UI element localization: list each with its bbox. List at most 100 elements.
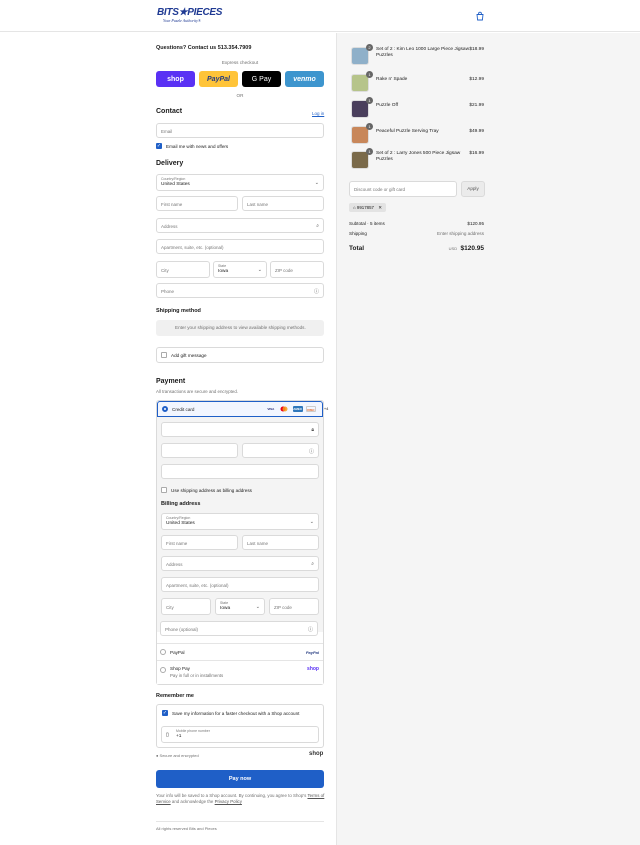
zip-input[interactable]: ZIP code [270, 261, 324, 278]
email-news-label: Email me with news and offers [166, 144, 229, 149]
discount-code-input[interactable]: Discount code or gift card [349, 181, 457, 197]
paypal-radio[interactable] [160, 649, 166, 655]
billing-city-input[interactable]: City [161, 598, 211, 615]
remember-me-heading: Remember me [156, 693, 194, 699]
billing-last-name-placeholder: Last name [247, 541, 269, 546]
product-name: Set of 2 : Larry Jones 500 Piece Jigsaw … [376, 151, 461, 162]
lock-icon: 🔒︎ [311, 427, 314, 433]
name-on-card-input[interactable] [161, 464, 319, 479]
address-input[interactable]: Address ⌕ [156, 218, 324, 233]
save-info-label: Save my information for a faster checkou… [172, 711, 300, 716]
product-price: $12.99 [469, 77, 484, 82]
chevron-down-icon: ⌄ [257, 267, 262, 273]
contact-heading: Contact [156, 108, 183, 115]
apply-button[interactable]: Apply [461, 181, 485, 197]
close-icon[interactable]: ✕ [378, 205, 382, 210]
or-divider: OR [236, 93, 244, 98]
gift-message-option[interactable]: Add gift message [156, 347, 324, 363]
country-value: United States [161, 182, 190, 187]
use-shipping-checkbox[interactable] [161, 487, 167, 493]
country-select[interactable]: Country/Region United States ⌄ [156, 174, 324, 191]
security-code-input[interactable]: ⓘ [242, 443, 319, 458]
shop-pay-option[interactable]: Shop Pay Pay in full or in installments … [157, 660, 323, 684]
billing-state-label: State [220, 601, 229, 605]
quantity-badge: 1 [366, 97, 373, 104]
state-select[interactable]: State Iowa ⌄ [213, 261, 267, 278]
state-value: Iowa [218, 269, 229, 274]
quantity-badge: 1 [366, 71, 373, 78]
quantity-badge: 2 [366, 44, 373, 51]
help-icon[interactable]: ⓘ [309, 448, 314, 455]
billing-last-name-input[interactable]: Last name [242, 535, 319, 550]
pay-now-button[interactable]: Pay now [156, 770, 324, 788]
google-pay-button[interactable]: G Pay [242, 71, 281, 87]
gift-message-checkbox[interactable] [161, 352, 167, 358]
venmo-label: venmo [293, 75, 316, 83]
card-details-panel: 🔒︎ ⓘ Use shipping address as billing add… [157, 417, 323, 632]
email-input[interactable]: Email [156, 123, 324, 138]
email-placeholder: Email [161, 129, 173, 134]
last-name-input[interactable]: Last name [242, 196, 324, 211]
shipping-value: Enter shipping address [437, 231, 484, 236]
paypal-logo: PayPal [305, 650, 319, 655]
paypal-option[interactable]: PayPal PayPal [157, 643, 323, 660]
subtotal-label: Subtotal · 5 items [349, 221, 385, 226]
product-price: $18.99 [469, 47, 484, 52]
billing-phone-input[interactable]: Phone (optional) ⓘ [160, 621, 318, 636]
country-label: Country/Region [161, 177, 186, 181]
discover-icon: DISC [306, 406, 316, 412]
apartment-input[interactable]: Apartment, suite, etc. (optional) [156, 239, 324, 254]
legal-text: Your info will be saved to a Shop accoun… [156, 793, 326, 805]
payment-heading: Payment [156, 378, 186, 385]
mastercard-icon [279, 406, 289, 412]
expiration-input[interactable] [161, 443, 238, 458]
billing-zip-input[interactable]: ZIP code [269, 598, 319, 615]
secure-text: ● Secure and encrypted [156, 753, 199, 758]
email-news-checkbox[interactable]: ✓ [156, 143, 162, 149]
billing-address-input[interactable]: Address ⌕ [161, 556, 319, 571]
venmo-button[interactable]: venmo [285, 71, 324, 87]
secure-label: Secure and encrypted [159, 753, 199, 758]
chevron-down-icon: ⌄ [255, 604, 260, 610]
legal-text-part-2: and acknowledge the [171, 799, 214, 804]
shop-pay-radio[interactable] [160, 667, 166, 673]
subtotal-value: $120.95 [467, 221, 484, 226]
billing-address-placeholder: Address [166, 562, 183, 567]
billing-country-select[interactable]: Country/Region United States ⌄ [161, 513, 319, 530]
billing-zip-placeholder: ZIP code [274, 605, 292, 610]
phone-input[interactable]: Phone ⓘ [156, 283, 324, 298]
brand-logo[interactable]: BITS★PIECES Your Puzzle Authority® [157, 8, 222, 24]
help-icon[interactable]: ⓘ [314, 288, 319, 295]
billing-state-value: Iowa [220, 606, 231, 611]
billing-apartment-input[interactable]: Apartment, suite, etc. (optional) [161, 577, 319, 592]
payment-subtext: All transactions are secure and encrypte… [156, 389, 239, 394]
billing-state-select[interactable]: State Iowa ⌄ [215, 598, 265, 615]
city-input[interactable]: City [156, 261, 210, 278]
shopping-bag-icon[interactable] [475, 11, 485, 21]
mobile-phone-value: +1 [176, 734, 182, 739]
credit-card-radio[interactable] [162, 406, 168, 412]
mobile-phone-input[interactable]: ▯ Mobile phone number +1 [161, 726, 319, 743]
search-icon: ⌕ [311, 561, 314, 567]
help-icon[interactable]: ⓘ [308, 626, 313, 633]
billing-first-name-input[interactable]: First name [161, 535, 238, 550]
amex-icon: AMEX [292, 406, 303, 412]
credit-card-option[interactable]: Credit card VISA AMEX DISC +4 [157, 401, 328, 417]
order-summary: 2 Set of 2 : Kim Leo 1000 Large Piece Ji… [336, 33, 640, 845]
privacy-link[interactable]: Privacy Policy [215, 799, 242, 804]
login-link[interactable]: Log in [312, 111, 324, 116]
shipping-method-message: Enter your shipping address to view avai… [175, 325, 306, 330]
brand-tagline: Your Puzzle Authority® [163, 18, 201, 23]
shop-pay-button[interactable]: shop [156, 71, 195, 87]
total-label: Total [349, 245, 365, 252]
phone-placeholder: Phone [161, 289, 175, 294]
card-number-input[interactable]: 🔒︎ [161, 422, 319, 437]
paypal-button[interactable]: PayPal [199, 71, 238, 87]
billing-city-placeholder: City [166, 605, 174, 610]
first-name-input[interactable]: First name [156, 196, 238, 211]
google-pay-label: G Pay [251, 75, 272, 83]
checkout-form: Questions? Contact us 513.354.7909 Expre… [0, 33, 336, 845]
mobile-phone-label: Mobile phone number [176, 729, 210, 733]
apartment-placeholder: Apartment, suite, etc. (optional) [161, 245, 224, 250]
save-info-checkbox[interactable]: ✓ [162, 710, 168, 716]
